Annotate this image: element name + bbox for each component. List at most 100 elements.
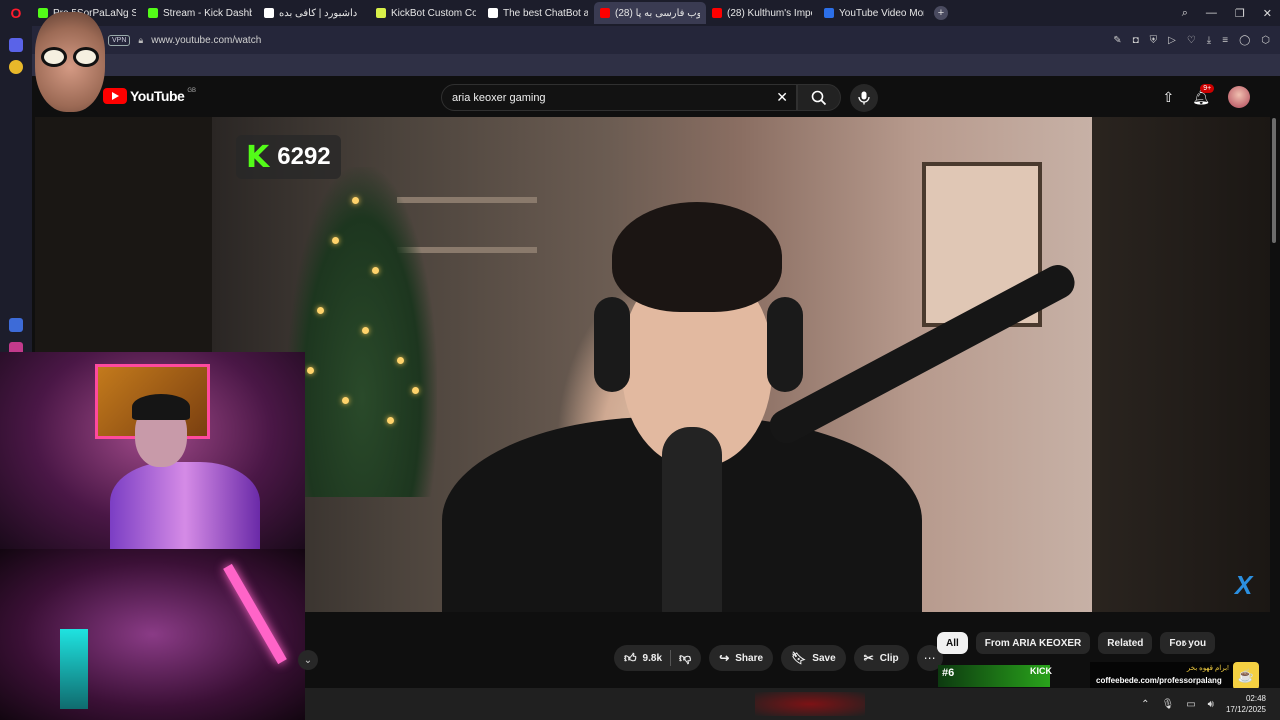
- browser-tab[interactable]: The best ChatBot and Wid: [482, 2, 594, 24]
- tab-label: The best ChatBot and Wid: [503, 7, 588, 19]
- coffeebede-favicon-icon: [264, 8, 274, 18]
- promo-persian-text: برام قهوه بخر!: [1186, 665, 1229, 672]
- tree-light: [362, 327, 369, 334]
- page-background-left: [35, 117, 212, 352]
- clock-time: 02:48: [1245, 694, 1266, 703]
- video-player[interactable]: K 6292: [212, 117, 1092, 612]
- chip-for-you[interactable]: For you: [1160, 632, 1216, 654]
- share-icon: ↪: [719, 651, 730, 665]
- save-button[interactable]: 🔖︎ Save: [781, 645, 846, 671]
- coffee-cup-icon: ☕: [1233, 662, 1259, 690]
- window-controls: ⌕ — ❐ ✕: [1182, 0, 1272, 26]
- upload-icon[interactable]: ⇧: [1162, 89, 1174, 106]
- viewer-count: 6292: [277, 143, 331, 170]
- camera-icon[interactable]: ◘: [1133, 35, 1139, 46]
- streamer-shirt: [110, 462, 260, 549]
- opera-logo-icon[interactable]: O: [0, 0, 32, 26]
- tab-search-icon[interactable]: ⌕: [1182, 7, 1188, 20]
- screen: O Pro 5SorPaLaNg Stream Stream - Kick Da…: [0, 0, 1280, 720]
- bell-icon[interactable]: 🔔︎ 9+: [1192, 83, 1215, 106]
- taskbar-app-highlight: [755, 692, 865, 716]
- edit-icon[interactable]: ✎: [1113, 35, 1121, 46]
- close-window-icon[interactable]: ✕: [1263, 7, 1272, 20]
- extensions-icon[interactable]: ⬡: [1261, 35, 1270, 46]
- region-code: GB: [187, 88, 196, 94]
- thumbnail-kick-label: KICK: [1030, 666, 1052, 676]
- chip-all[interactable]: All: [937, 632, 968, 654]
- microphone-icon: [858, 91, 870, 105]
- network-icon[interactable]: ▭: [1186, 699, 1195, 710]
- save-label: Save: [812, 652, 836, 664]
- youtube-logo[interactable]: YouTube GB: [103, 88, 196, 104]
- glasses: [41, 47, 99, 67]
- avatar[interactable]: [1228, 86, 1250, 108]
- menu-icon[interactable]: ≡: [1222, 35, 1228, 46]
- browser-tab-active[interactable]: (28) آیا یوتیوب فارسی به پا: [594, 2, 706, 24]
- volume-icon[interactable]: 🔊︎: [1208, 699, 1214, 710]
- cartoon-avatar-overlay: [35, 12, 105, 112]
- webcam-overlay: [0, 352, 305, 549]
- browser-tab[interactable]: YouTube Video Money Ca: [818, 2, 930, 24]
- search-button[interactable]: [797, 84, 841, 111]
- pc-case: [60, 629, 88, 709]
- tab-label: داشبورد | کافی بده: [279, 7, 358, 19]
- address-bar[interactable]: www.youtube.com/watch: [151, 35, 261, 46]
- search-input[interactable]: aria keoxer gaming ✕: [441, 84, 797, 111]
- aria-icon[interactable]: [9, 38, 23, 52]
- chevron-down-icon[interactable]: ⌄: [298, 650, 318, 670]
- kick-logo-icon: K: [246, 139, 270, 175]
- site-favicon-icon: [824, 8, 834, 18]
- microphone-icon[interactable]: 🎙︎: [1161, 699, 1174, 710]
- chip-related[interactable]: Related: [1098, 632, 1153, 654]
- tab-label: YouTube Video Money Ca: [839, 7, 924, 19]
- download-icon[interactable]: ⤓: [1207, 35, 1211, 46]
- play-icon[interactable]: ▷: [1168, 35, 1176, 46]
- room-camera-overlay: [0, 549, 305, 720]
- tree-light: [397, 357, 404, 364]
- bookmark-icon: 🔖︎: [791, 651, 807, 665]
- tab-label: (28) آیا یوتیوب فارسی به پا: [615, 7, 700, 19]
- chevron-right-icon[interactable]: ›: [1183, 636, 1187, 650]
- related-filter-chips: All From ARIA KEOXER Related For you: [937, 632, 1216, 656]
- youtube-header: ☰ YouTube GB aria keoxer gaming ✕ ⇧ 🔔︎ 9…: [35, 78, 1270, 118]
- chatbot-favicon-icon: [488, 8, 498, 18]
- opera-sidebar: [0, 26, 32, 356]
- browser-tab[interactable]: داشبورد | کافی بده: [258, 2, 370, 24]
- browser-tab[interactable]: (28) Kulthum's Impossible: [706, 2, 818, 24]
- search-query: aria keoxer gaming: [452, 91, 546, 104]
- chip-from-channel[interactable]: From ARIA KEOXER: [975, 632, 1091, 654]
- crypto-wallet-icon[interactable]: [9, 60, 23, 74]
- browser-tab[interactable]: KickBot Custom Comman: [370, 2, 482, 24]
- heart-icon[interactable]: ♡: [1187, 35, 1196, 46]
- profile-icon[interactable]: ◯: [1239, 35, 1250, 46]
- youtube-wordmark: YouTube: [130, 88, 185, 104]
- app-icon[interactable]: [9, 318, 23, 332]
- like-dislike-button[interactable]: 👍︎ 9.8k 👎︎: [614, 645, 702, 671]
- chevron-up-icon[interactable]: ⌃: [1141, 699, 1149, 710]
- scrollbar[interactable]: [1272, 118, 1276, 243]
- voice-search-button[interactable]: [850, 84, 878, 112]
- tree-light: [372, 267, 379, 274]
- thumbs-down-icon[interactable]: 👎︎: [679, 651, 691, 666]
- new-tab-button[interactable]: +: [934, 6, 948, 20]
- minimize-icon[interactable]: —: [1206, 7, 1217, 19]
- youtube-favicon-icon: [600, 8, 610, 18]
- tab-label: (28) Kulthum's Impossible: [727, 7, 812, 19]
- headphones: [594, 297, 630, 392]
- lock-icon[interactable]: 🔒︎: [138, 35, 143, 46]
- kick-favicon-icon: [148, 8, 158, 18]
- streamer-hair: [612, 202, 782, 312]
- vpn-badge[interactable]: VPN: [108, 34, 131, 46]
- tree-light: [342, 397, 349, 404]
- thumbs-up-icon[interactable]: 👍︎: [624, 651, 637, 666]
- address-bar-tools: ✎ ◘ ⛨ ▷ ♡ ⤓ ≡ ◯ ⬡: [1113, 26, 1270, 54]
- tree-light: [332, 237, 339, 244]
- close-icon[interactable]: ✕: [776, 89, 788, 106]
- taskbar-clock[interactable]: 02:48 17/12/2025: [1226, 693, 1266, 715]
- share-button[interactable]: ↪ Share: [709, 645, 774, 671]
- clip-button[interactable]: ✂ Clip: [853, 645, 909, 671]
- scissors-icon: ✂: [863, 651, 874, 665]
- browser-tab[interactable]: Stream - Kick Dashboard: [142, 2, 258, 24]
- shield-icon[interactable]: ⛨: [1150, 35, 1158, 46]
- maximize-icon[interactable]: ❐: [1235, 7, 1245, 20]
